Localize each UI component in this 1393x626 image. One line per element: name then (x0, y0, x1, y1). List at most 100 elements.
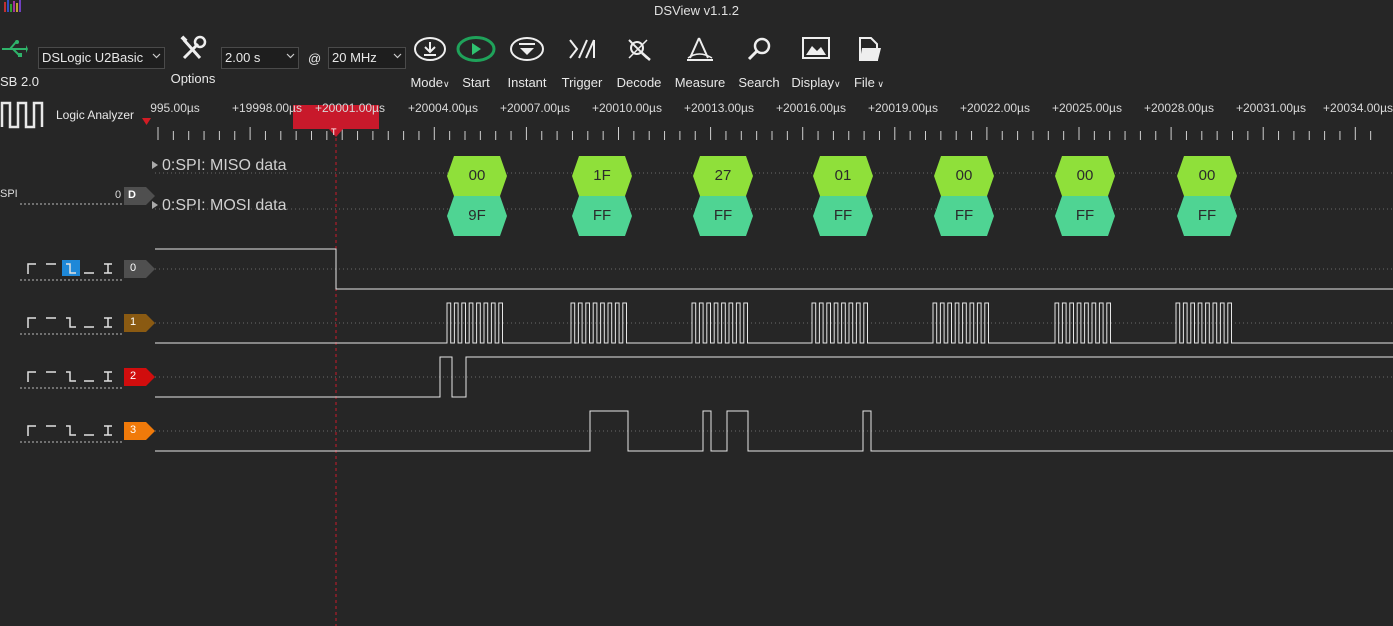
decoder-index: 0 (115, 189, 122, 201)
any-edge-icon[interactable] (104, 425, 112, 436)
rising-edge-icon[interactable] (27, 263, 36, 274)
samplerate-select[interactable]: 20 MHz (328, 47, 406, 69)
start-label: Start (462, 75, 490, 90)
data-value: 00 (468, 167, 486, 184)
ruler-label: +20019.00µs (868, 101, 938, 115)
data-value: FF (833, 207, 853, 224)
mosi-data-cell[interactable]: FF (572, 196, 632, 236)
rising-edge-icon[interactable] (27, 317, 36, 328)
ruler-label: +20010.00µs (592, 101, 662, 115)
ruler-label: +20025.00µs (1052, 101, 1122, 115)
ruler-label: +20034.00µs (1323, 101, 1393, 115)
display-label: Display (791, 75, 835, 90)
rising-edge-icon[interactable] (27, 371, 36, 382)
ruler-label: +20004.00µs (408, 101, 478, 115)
mosi-data-cell[interactable]: FF (934, 196, 994, 236)
miso-row-label: 0:SPI: MISO data (162, 157, 287, 174)
miso-data-cell[interactable]: 00 (934, 156, 994, 196)
measure-label: Measure (674, 75, 726, 90)
mosi-data-cell[interactable]: 9F (447, 196, 507, 236)
trigger-mode-selector[interactable] (22, 260, 122, 276)
data-value: FF (1075, 207, 1095, 224)
ruler-label: +20001.00µs (315, 101, 385, 115)
display-button[interactable]: Display∨ (790, 36, 842, 90)
search-label: Search (738, 75, 780, 90)
channel-badge[interactable] (122, 313, 156, 333)
row-arrow-icon (152, 161, 158, 169)
data-value: FF (592, 207, 612, 224)
decoder-badge-letter: D (128, 189, 136, 201)
ruler-label: 995.00µs (150, 101, 200, 115)
trigger-button[interactable]: Trigger (557, 36, 607, 90)
data-value: FF (954, 207, 974, 224)
any-edge-icon[interactable] (104, 371, 112, 382)
measure-button[interactable]: Measure (672, 36, 728, 90)
download-icon (414, 37, 446, 61)
any-edge-icon[interactable] (104, 317, 112, 328)
options-button[interactable]: Options (168, 34, 218, 86)
mosi-row-label: 0:SPI: MOSI data (162, 197, 287, 214)
search-button[interactable]: Search (735, 36, 783, 90)
decode-label: Decode (616, 75, 662, 90)
file-label: File (853, 75, 875, 90)
trigger-mode-selector[interactable] (22, 368, 122, 384)
miso-data-cell[interactable]: 00 (447, 156, 507, 196)
mosi-data-cell[interactable]: FF (813, 196, 873, 236)
samplerate-value: 20 MHz (332, 50, 377, 65)
title-bar: DSView v1.1.2 (0, 0, 1393, 22)
trigger-label: Trigger (561, 75, 603, 90)
data-value: FF (1197, 207, 1217, 224)
channel-badge[interactable] (122, 259, 156, 279)
miso-data-cell[interactable]: 1F (572, 156, 632, 196)
ruler-label: +20016.00µs (776, 101, 846, 115)
data-value: FF (713, 207, 733, 224)
decode-icon (628, 39, 651, 61)
channel-badge[interactable] (122, 367, 156, 387)
options-label: Options (170, 71, 216, 86)
row-arrow-icon (152, 201, 158, 209)
device-select[interactable]: DSLogic U2Basic (38, 47, 165, 69)
decoder-name: SPI (0, 188, 18, 200)
mosi-data-cell[interactable]: FF (1055, 196, 1115, 236)
chevron-down-icon: ∨ (834, 79, 841, 89)
trigger-mode-selector[interactable] (22, 422, 122, 438)
falling-edge-icon[interactable] (66, 317, 76, 328)
miso-data-cell[interactable]: 27 (693, 156, 753, 196)
instant-icon (510, 37, 544, 61)
miso-data-cell[interactable]: 00 (1055, 156, 1115, 196)
instant-button[interactable]: Instant (503, 36, 551, 90)
miso-data-cell[interactable]: 00 (1177, 156, 1237, 196)
any-edge-icon[interactable] (104, 263, 112, 274)
play-icon (456, 36, 496, 62)
data-value: 00 (1076, 167, 1094, 184)
ruler-label: +20013.00µs (684, 101, 754, 115)
miso-data-cell[interactable]: 01 (813, 156, 873, 196)
falling-edge-icon[interactable] (66, 425, 76, 436)
mode-button[interactable]: Mode∨ (408, 36, 452, 90)
usb-icon (2, 40, 28, 57)
chevron-down-icon: ∨ (874, 79, 885, 89)
ruler-label: +19998.00µs (232, 101, 302, 115)
rising-edge-icon[interactable] (27, 425, 36, 436)
cursor-marker-text: T (331, 127, 337, 137)
channel-underline (20, 441, 122, 443)
search-icon (747, 37, 771, 61)
display-icon (802, 37, 830, 59)
channel-badge[interactable] (122, 421, 156, 441)
falling-edge-icon[interactable] (66, 371, 76, 382)
duration-select[interactable]: 2.00 s (221, 47, 299, 69)
start-button[interactable]: Start (454, 36, 498, 90)
ruler-label: +20022.00µs (960, 101, 1030, 115)
data-value: 27 (714, 167, 732, 184)
channel-underline (20, 279, 122, 281)
mosi-data-cell[interactable]: FF (693, 196, 753, 236)
trigger-mode-selector[interactable] (22, 314, 122, 330)
duration-value: 2.00 s (225, 50, 261, 65)
channel-index: 3 (130, 424, 137, 436)
mosi-data-cell[interactable]: FF (1177, 196, 1237, 236)
channel-underline (20, 333, 122, 335)
decode-button[interactable]: Decode (613, 36, 665, 90)
device-select-value: DSLogic U2Basic (42, 50, 144, 65)
ruler-label: +20028.00µs (1144, 101, 1214, 115)
file-button[interactable]: File ∨ (848, 36, 890, 90)
